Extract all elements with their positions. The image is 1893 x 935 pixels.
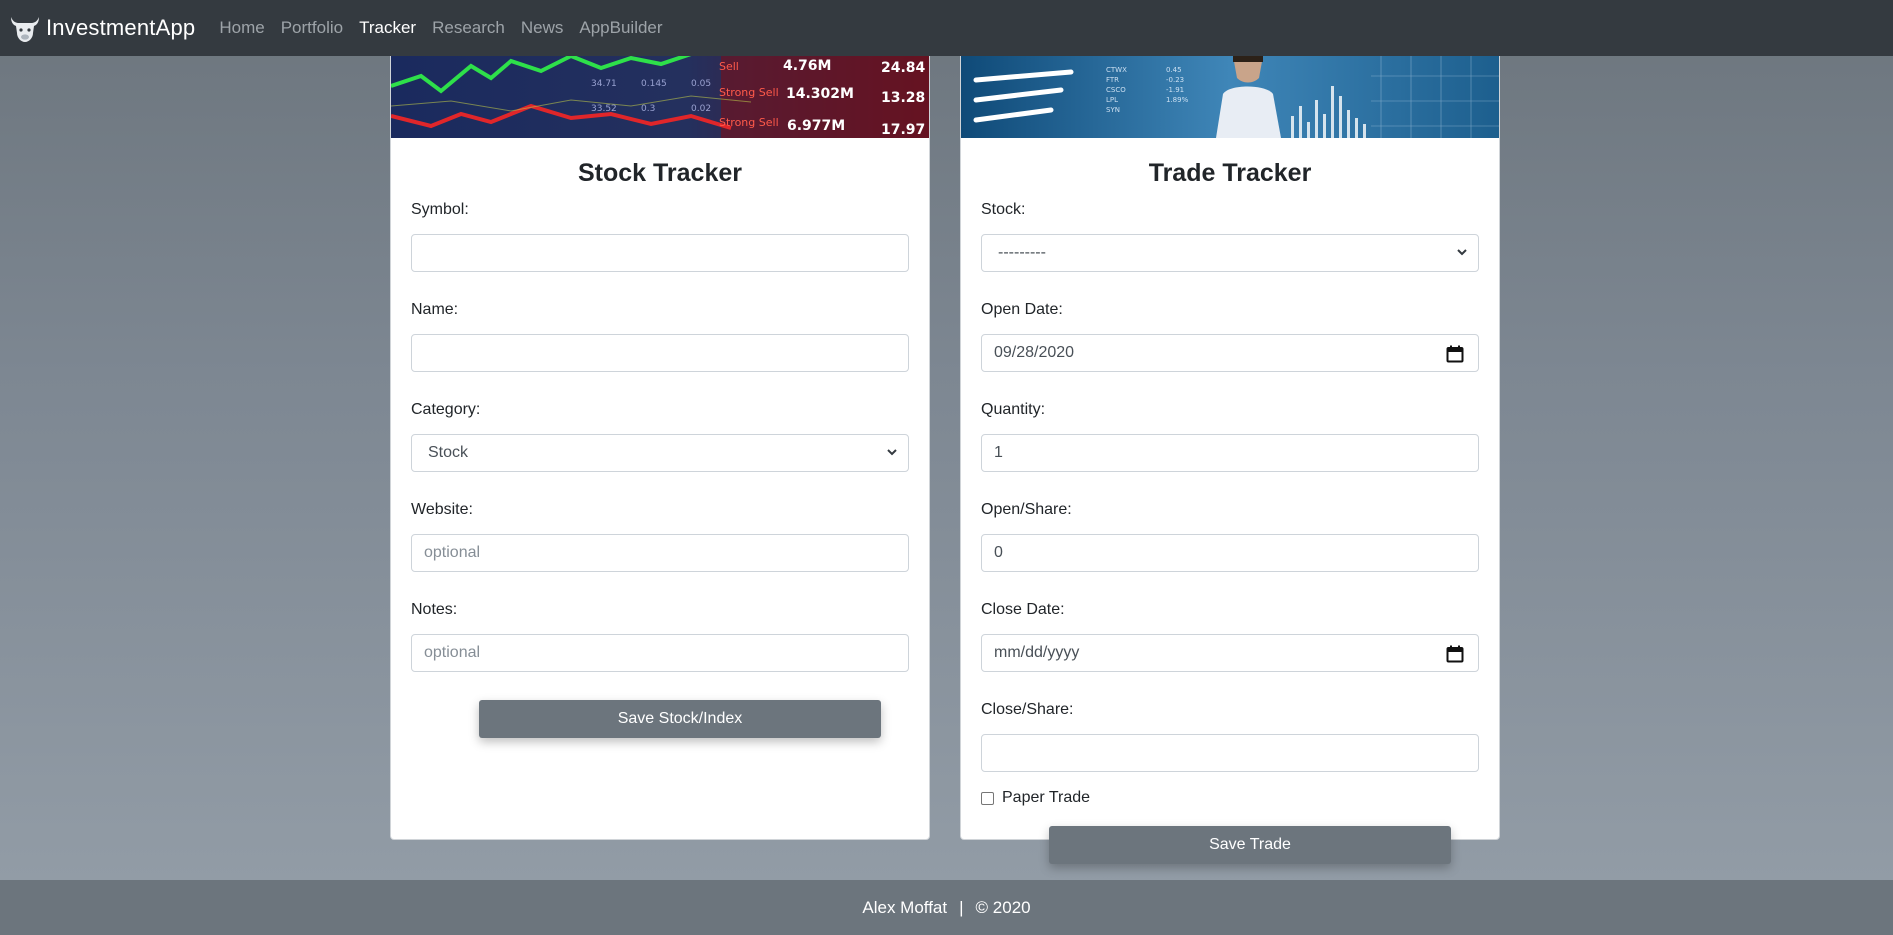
category-selected-value: Stock — [428, 444, 469, 461]
nav-home[interactable]: Home — [219, 18, 264, 38]
svg-text:Sell: Sell — [719, 60, 739, 73]
svg-text:33.52: 33.52 — [591, 104, 617, 114]
category-label: Category: — [411, 401, 481, 418]
svg-text:FTR: FTR — [1106, 76, 1119, 84]
open-share-input[interactable] — [981, 534, 1479, 572]
stock-form: Symbol: Name: Category: Stock Website: N… — [391, 200, 929, 738]
close-date-label: Close Date: — [981, 601, 1065, 618]
svg-text:-0.23: -0.23 — [1166, 76, 1184, 84]
open-share-input-box[interactable] — [994, 535, 1466, 571]
name-label: Name: — [411, 301, 459, 318]
quantity-label: Quantity: — [981, 401, 1046, 418]
open-share-label: Open/Share: — [981, 501, 1072, 518]
trade-tracker-card: CTWX 0.45 FTR -0.23 CSCO -1.91 LPL 1.89% SYN… — [960, 56, 1500, 864]
trader-image: CTWX 0.45 FTR -0.23 CSCO -1.91 LPL 1.89% SYN — [961, 56, 1499, 138]
chevron-down-icon — [1457, 249, 1467, 256]
close-share-label: Close/Share: — [981, 701, 1074, 718]
svg-text:24.84: 24.84 — [881, 60, 926, 76]
trade-form: Stock: --------- Open Date: 09/28/2020 Q… — [961, 200, 1499, 864]
navbar: InvestmentApp Home Portfolio Tracker Res… — [0, 0, 1893, 56]
close-date-value: mm/dd/yyyy — [994, 644, 1080, 661]
svg-text:SYN: SYN — [1106, 106, 1120, 114]
chevron-down-icon — [887, 449, 897, 456]
paper-trade-label[interactable]: Paper Trade — [1002, 789, 1090, 807]
save-trade-button[interactable]: Save Trade — [1049, 826, 1451, 864]
calendar-icon[interactable] — [1446, 345, 1464, 363]
category-select[interactable]: Stock — [411, 434, 909, 472]
svg-text:CSCO: CSCO — [1106, 86, 1126, 94]
brand-name: InvestmentApp — [46, 15, 196, 40]
website-label: Website: — [411, 501, 473, 518]
svg-text:13.28: 13.28 — [881, 90, 925, 106]
save-stock-button[interactable]: Save Stock/Index — [479, 700, 881, 738]
footer: Alex Moffat | © 2020 — [0, 880, 1893, 935]
nav-tracker[interactable]: Tracker — [359, 18, 416, 38]
notes-input-box[interactable] — [424, 635, 896, 671]
close-share-input[interactable] — [981, 734, 1479, 772]
stock-tracker-title: Stock Tracker — [578, 159, 742, 187]
nav-news[interactable]: News — [521, 18, 564, 38]
svg-text:14.302M: 14.302M — [786, 86, 854, 102]
svg-text:0.45: 0.45 — [1166, 66, 1182, 74]
svg-text:Strong Sell: Strong Sell — [719, 86, 779, 99]
svg-text:CTWX: CTWX — [1106, 66, 1127, 74]
close-share-input-box[interactable] — [994, 735, 1466, 771]
svg-text:-1.91: -1.91 — [1166, 86, 1184, 94]
website-input-box[interactable] — [424, 535, 896, 571]
svg-text:17.97: 17.97 — [881, 122, 925, 138]
stock-ticker-image: 34.71 0.145 0.05 33.52 0.3 0.02 4.76M 14.302M… — [391, 56, 929, 138]
open-date-value: 09/28/2020 — [994, 344, 1075, 361]
open-date-label: Open Date: — [981, 301, 1063, 318]
symbol-label: Symbol: — [411, 201, 469, 218]
paper-trade-checkbox[interactable] — [981, 791, 994, 805]
footer-separator: | — [959, 897, 964, 917]
svg-text:0.05: 0.05 — [691, 79, 711, 89]
svg-text:1.89%: 1.89% — [1166, 96, 1189, 104]
trade-tracker-title: Trade Tracker — [1148, 159, 1312, 187]
brand-link[interactable]: InvestmentApp — [8, 11, 195, 45]
open-date-input[interactable]: 09/28/2020 — [981, 334, 1479, 372]
svg-text:0.02: 0.02 — [691, 104, 711, 114]
svg-text:Strong Sell: Strong Sell — [719, 116, 779, 129]
paper-trade-row: Paper Trade — [981, 788, 1479, 808]
quantity-input-box[interactable] — [994, 435, 1466, 471]
bull-icon — [11, 17, 39, 42]
svg-text:0.145: 0.145 — [641, 79, 667, 89]
notes-label: Notes: — [411, 601, 458, 618]
footer-author: Alex Moffat — [862, 897, 948, 917]
stock-label: Stock: — [981, 201, 1026, 218]
website-input[interactable] — [411, 534, 909, 572]
nav-appbuilder[interactable]: AppBuilder — [579, 18, 662, 38]
stock-tracker-card: 34.71 0.145 0.05 33.52 0.3 0.02 4.76M 14.302M… — [390, 56, 930, 840]
calendar-icon[interactable] — [1446, 645, 1464, 663]
symbol-input-box[interactable] — [424, 235, 896, 271]
stock-select[interactable]: --------- — [981, 234, 1479, 272]
svg-text:34.71: 34.71 — [591, 79, 617, 89]
notes-input[interactable] — [411, 634, 909, 672]
svg-text:6.977M: 6.977M — [787, 118, 845, 134]
svg-text:4.76M: 4.76M — [783, 58, 831, 74]
quantity-input[interactable] — [981, 434, 1479, 472]
nav-research[interactable]: Research — [432, 18, 505, 38]
svg-text:LPL: LPL — [1106, 96, 1118, 104]
name-input-box[interactable] — [424, 335, 896, 371]
name-input[interactable] — [411, 334, 909, 372]
footer-copyright: © 2020 — [975, 897, 1031, 917]
stock-selected-value: --------- — [998, 244, 1046, 261]
close-date-input[interactable]: mm/dd/yyyy — [981, 634, 1479, 672]
nav-portfolio[interactable]: Portfolio — [281, 18, 343, 38]
svg-text:0.3: 0.3 — [641, 104, 655, 114]
symbol-input[interactable] — [411, 234, 909, 272]
